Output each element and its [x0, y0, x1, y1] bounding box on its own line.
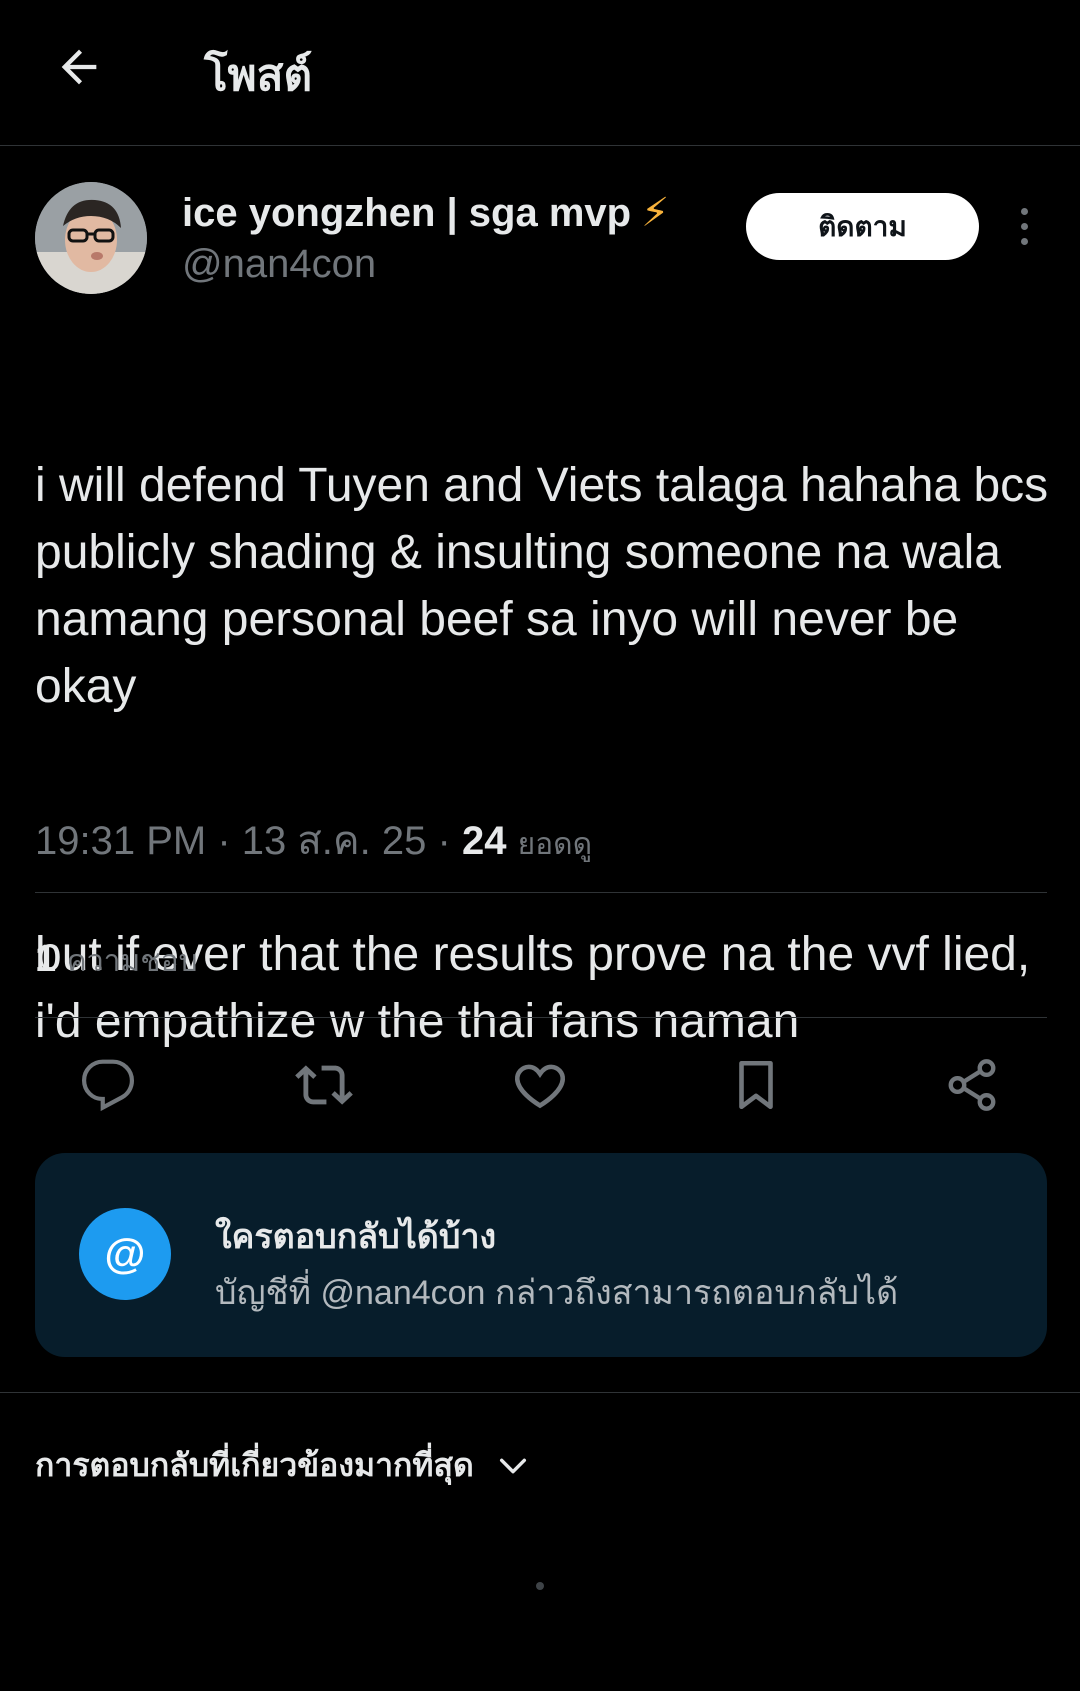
bookmark-button[interactable] — [721, 1050, 791, 1120]
follow-button[interactable]: ติดตาม — [746, 193, 979, 260]
action-bar — [0, 1050, 1080, 1120]
divider — [35, 892, 1047, 893]
tweet-meta: 19:31 PM · 13 ส.ค. 25 · 24 ยอดดู — [35, 808, 592, 872]
more-options-icon[interactable] — [1006, 196, 1042, 256]
replies-sort-dropdown[interactable]: การตอบกลับที่เกี่ยวข้องมากที่สุด — [35, 1440, 530, 1491]
reply-settings-description: บัญชีที่ @nan4con กล่าวถึงสามารถตอบกลับไ… — [215, 1274, 899, 1312]
replies-sort-label: การตอบกลับที่เกี่ยวข้องมากที่สุด — [35, 1447, 474, 1483]
tweet-time[interactable]: 19:31 PM — [35, 819, 206, 863]
views-label: ยอดดู — [517, 828, 593, 861]
reply-icon — [81, 1059, 135, 1112]
arrow-left-icon — [61, 49, 97, 85]
avatar-image — [35, 182, 147, 294]
share-icon — [948, 1059, 996, 1111]
reply-settings-card: @ ใครตอบกลับได้บ้าง บัญชีที่ @nan4con กล… — [35, 1153, 1047, 1357]
repost-icon — [295, 1065, 353, 1105]
author-name[interactable]: ice yongzhen | sga mvp ⚡ — [182, 190, 669, 236]
views-count: 24 — [461, 819, 507, 863]
tweet-date[interactable]: 13 ส.ค. 25 — [242, 819, 427, 863]
chevron-down-icon — [499, 1458, 526, 1473]
more-dot — [1020, 222, 1028, 230]
reply-button[interactable] — [73, 1050, 143, 1120]
author-handle[interactable]: @nan4con — [182, 242, 376, 287]
divider — [0, 1392, 1080, 1393]
likes-stat[interactable]: 1 ความชอบ — [35, 938, 198, 985]
meta-separator: · — [217, 819, 242, 863]
top-bar: โพสต์ — [0, 0, 1080, 146]
page-title: โพสต์ — [204, 51, 313, 100]
at-icon: @ — [79, 1208, 171, 1300]
tweet-paragraph: i will defend Tuyen and Viets talaga hah… — [35, 459, 1062, 713]
reply-settings-title: ใครตอบกลับได้บ้าง — [215, 1218, 497, 1256]
like-button[interactable] — [505, 1050, 575, 1120]
likes-count: 1 — [35, 938, 57, 980]
share-button[interactable] — [937, 1050, 1007, 1120]
likes-label: ความชอบ — [66, 945, 198, 978]
back-button[interactable] — [46, 34, 112, 100]
bookmark-icon — [739, 1060, 773, 1110]
avatar[interactable] — [35, 182, 147, 294]
post-detail-screen: โพสต์ ice yongzhen | sga mvp ⚡ @nan4con ต… — [0, 0, 1080, 1691]
more-dot — [1020, 237, 1028, 245]
divider — [35, 1017, 1047, 1018]
repost-button[interactable] — [289, 1050, 359, 1120]
author-name-text: ice yongzhen | sga mvp — [182, 191, 632, 235]
more-dot — [1020, 207, 1028, 215]
lightning-icon: ⚡ — [641, 191, 670, 235]
like-icon — [514, 1064, 566, 1109]
meta-separator: · — [437, 819, 462, 863]
loading-indicator — [536, 1582, 544, 1590]
